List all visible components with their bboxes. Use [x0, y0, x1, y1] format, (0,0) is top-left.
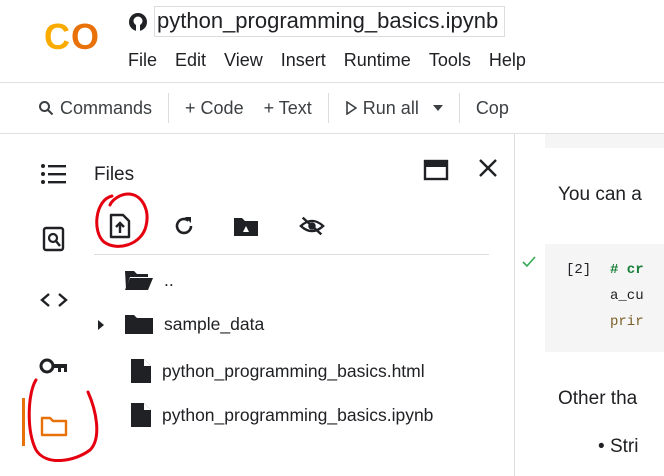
panel-divider[interactable] — [514, 134, 515, 476]
commands-label: Commands — [60, 97, 153, 118]
file-name: .. — [164, 269, 174, 290]
code-snippets-button[interactable] — [38, 284, 70, 316]
refresh-button[interactable] — [170, 212, 198, 240]
file-name: python_programming_basics.ipynb — [162, 404, 434, 425]
toolbar-separator — [458, 93, 460, 123]
text-cell-line: Other tha — [558, 388, 638, 409]
search-icon — [39, 101, 54, 116]
title-bar: python_programming_basics.ipynb — [128, 6, 506, 37]
refresh-icon — [175, 217, 193, 235]
code-cell[interactable] — [545, 244, 664, 352]
menu-file[interactable]: File — [128, 50, 157, 71]
bullet-marker: • — [598, 436, 610, 457]
copy-label: Cop — [475, 97, 509, 118]
upload-icon — [109, 213, 131, 239]
file-row-folder[interactable]: sample_data — [124, 312, 264, 336]
folder-open-icon — [125, 271, 153, 290]
folder-icon — [125, 315, 153, 334]
caret-down-icon — [432, 105, 443, 111]
play-icon — [345, 101, 357, 115]
add-code-button[interactable]: + Code — [175, 98, 254, 119]
github-icon — [129, 12, 147, 31]
check-icon — [522, 256, 536, 268]
menu-edit[interactable]: Edit — [175, 50, 206, 71]
menu-bar: File Edit View Insert Runtime Tools Help — [128, 50, 526, 71]
code-line: prir — [610, 314, 644, 330]
toolbar: Commands + Code + Text Run all Cop — [28, 92, 519, 124]
expand-toggle[interactable] — [96, 318, 106, 336]
file-row-file[interactable]: python_programming_basics.html — [130, 358, 425, 384]
menu-insert[interactable]: Insert — [281, 50, 326, 71]
text-cell-line: You can a — [558, 184, 642, 205]
copy-button[interactable]: Cop — [466, 98, 519, 119]
files-button[interactable] — [38, 410, 70, 442]
file-icon — [131, 359, 151, 383]
hide-icon — [299, 216, 325, 236]
key-icon — [39, 358, 67, 374]
upload-button[interactable] — [106, 212, 134, 240]
files-toolbar-divider — [94, 254, 489, 255]
add-text-button[interactable]: + Text — [254, 98, 322, 119]
code-line: a_cu — [610, 288, 644, 304]
active-rail-indicator — [22, 398, 25, 446]
caret-right-icon — [98, 320, 104, 330]
drive-folder-icon — [234, 218, 258, 236]
code-line: # cr — [610, 262, 644, 278]
find-button[interactable] — [38, 223, 70, 255]
add-text-label: + Text — [263, 97, 312, 118]
mount-drive-button[interactable] — [232, 212, 260, 240]
list-icon — [41, 164, 66, 184]
bullet-text: Stri — [609, 436, 639, 457]
file-icon — [131, 403, 151, 427]
notebook-title[interactable]: python_programming_basics.ipynb — [154, 6, 506, 37]
open-window-icon — [423, 159, 449, 181]
toc-button[interactable] — [38, 158, 70, 190]
menu-runtime[interactable]: Runtime — [344, 50, 411, 71]
run-all-dropdown[interactable] — [429, 103, 453, 113]
run-all-label: Run all — [362, 97, 419, 118]
file-name: python_programming_basics.html — [162, 360, 425, 381]
close-panel-button[interactable] — [474, 154, 502, 182]
find-file-icon — [42, 226, 65, 252]
run-all-button[interactable]: Run all — [335, 98, 429, 119]
toolbar-separator — [168, 93, 170, 123]
menu-view[interactable]: View — [224, 50, 263, 71]
add-code-label: + Code — [185, 97, 244, 118]
colab-logo: C O — [44, 16, 99, 56]
file-row-file[interactable]: python_programming_basics.ipynb — [130, 402, 433, 428]
files-panel-title: Files — [94, 164, 135, 185]
file-row-parent[interactable]: .. — [124, 268, 174, 292]
folder-icon — [40, 416, 68, 437]
header-divider — [0, 82, 664, 83]
commands-button[interactable]: Commands — [28, 98, 162, 119]
toolbar-separator — [327, 93, 329, 123]
open-in-tab-button[interactable] — [422, 156, 450, 184]
svg-text:C: C — [44, 16, 70, 56]
code-icon — [40, 293, 68, 307]
secrets-button[interactable] — [38, 350, 70, 382]
cell-execution-count: [2] — [566, 262, 592, 278]
svg-text:O: O — [71, 16, 99, 56]
close-icon — [479, 159, 497, 177]
file-name: sample_data — [164, 313, 265, 334]
toggle-hidden-files-button[interactable] — [298, 212, 326, 240]
menu-help[interactable]: Help — [489, 50, 526, 71]
bullet-item: • Stri — [598, 436, 638, 458]
menu-tools[interactable]: Tools — [429, 50, 471, 71]
previous-cell — [545, 134, 664, 148]
